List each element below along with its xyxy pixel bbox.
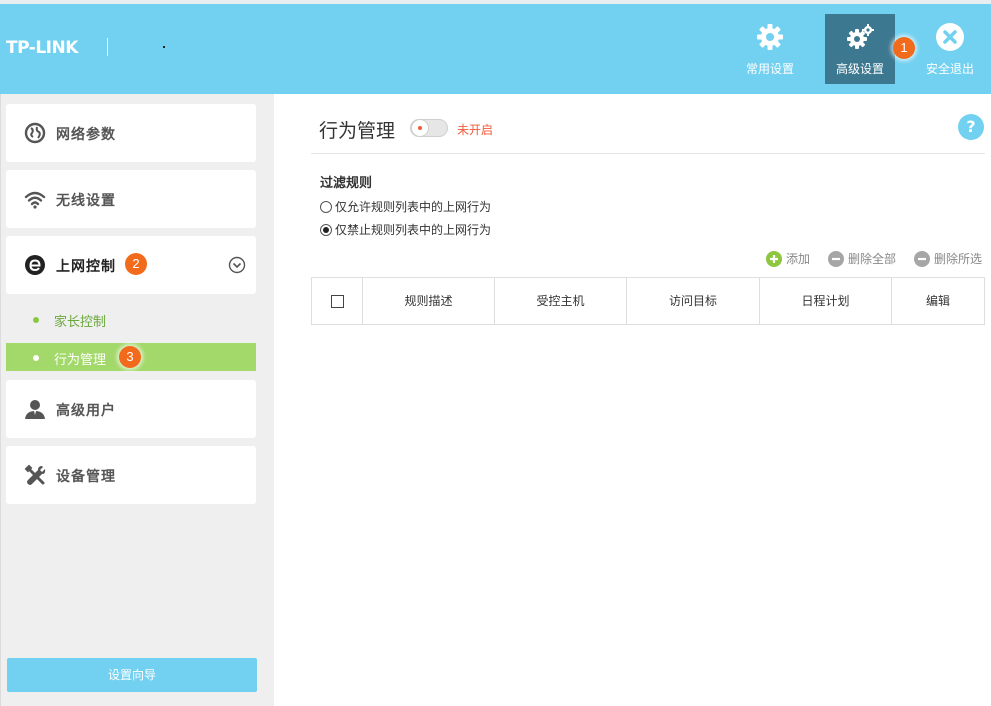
sidebar-item-label: 设备管理 (56, 469, 116, 485)
close-circle-icon (936, 23, 964, 51)
rules-table-header: 规则描述 受控主机 访问目标 日程计划 编辑 (311, 277, 985, 325)
plus-circle-icon (766, 250, 782, 267)
gears-icon (847, 24, 874, 49)
delete-selected-button[interactable]: 删除所选 (914, 250, 982, 267)
radio-block-only[interactable]: 仅禁止规则列表中的上网行为 (320, 221, 491, 238)
nav-common-label: 常用设置 (745, 62, 794, 76)
bullet-dot (33, 355, 39, 361)
page-title: 行为管理 (319, 120, 396, 142)
sidebar-item-device-management[interactable]: 设备管理 (6, 446, 256, 504)
toggle-knob (411, 119, 429, 137)
nav-logout-label: 安全退出 (925, 62, 974, 76)
help-icon[interactable]: ? (958, 114, 984, 140)
logo-dot (163, 46, 165, 48)
minus-circle-icon (828, 250, 844, 267)
sidebar-item-advanced-user[interactable]: 高级用户 (6, 380, 256, 438)
title-divider (311, 153, 985, 154)
filter-rules-title: 过滤规则 (320, 176, 373, 191)
select-all-cell (312, 278, 363, 324)
behavior-management-toggle[interactable] (410, 119, 448, 137)
nav-advanced-label: 高级设置 (835, 62, 884, 76)
toggle-status-text: 未开启 (457, 123, 494, 137)
logo-separator (107, 38, 108, 56)
minus-circle-icon (914, 250, 930, 267)
sidebar-item-wireless[interactable]: 无线设置 (6, 170, 256, 228)
radio-label: 仅允许规则列表中的上网行为 (335, 200, 492, 214)
step-badge-3: 3 (119, 346, 141, 368)
chevron-down-icon[interactable] (228, 256, 246, 274)
sidebar-item-label: 高级用户 (56, 403, 116, 419)
sidebar-subitem-parental-control[interactable]: 家长控制 (6, 305, 256, 333)
select-all-checkbox[interactable] (330, 295, 344, 308)
main-content: 行为管理 未开启 ? 过滤规则 仅允许规则列表中的上网行为 仅禁止规则列表中的上… (274, 94, 991, 706)
sidebar-item-network[interactable]: 网络参数 (6, 104, 256, 162)
header-top-strip (0, 0, 991, 4)
tp-link-logo: TP-LINK (6, 38, 78, 58)
top-header: TP-LINK 常用设置 高级设置 1 安全退出 (0, 0, 991, 94)
globe-icon (24, 122, 46, 144)
step-badge-2: 2 (125, 253, 147, 275)
subitem-label: 行为管理 (54, 353, 107, 368)
internet-e-icon (25, 255, 45, 275)
sidebar-item-label: 无线设置 (56, 193, 116, 209)
sidebar: 网络参数 无线设置 上网控制 2 家长控制 行为管理 3 高级用户 设备管理 设… (0, 94, 274, 706)
wifi-icon (24, 191, 46, 209)
delete-all-button[interactable]: 删除全部 (828, 250, 896, 267)
add-label: 添加 (786, 252, 811, 266)
nav-logout[interactable]: 安全退出 (920, 14, 980, 84)
sidebar-item-label: 上网控制 (56, 259, 116, 275)
column-header: 受控主机 (495, 278, 627, 324)
user-icon (25, 400, 45, 419)
add-rule-button[interactable]: 添加 (766, 250, 810, 267)
nav-advanced-settings[interactable]: 高级设置 (825, 14, 895, 84)
bullet-dot (33, 317, 39, 323)
setup-wizard-button[interactable]: 设置向导 (7, 658, 257, 692)
gear-icon (757, 24, 783, 50)
step-badge-1: 1 (893, 37, 915, 59)
delete-all-label: 删除全部 (848, 252, 897, 266)
column-header: 编辑 (925, 294, 950, 308)
column-header: 规则描述 (363, 278, 495, 324)
radio-button[interactable] (320, 200, 332, 213)
tools-icon (24, 464, 46, 485)
nav-common-settings[interactable]: 常用设置 (740, 14, 800, 84)
radio-allow-only[interactable]: 仅允许规则列表中的上网行为 (320, 198, 491, 215)
subitem-label: 家长控制 (54, 315, 107, 330)
radio-label: 仅禁止规则列表中的上网行为 (335, 223, 492, 237)
sidebar-item-label: 网络参数 (56, 127, 116, 143)
column-header: 访问目标 (627, 278, 760, 324)
column-header: 日程计划 (760, 278, 892, 324)
radio-button[interactable] (320, 223, 332, 236)
delete-selected-label: 删除所选 (934, 252, 983, 266)
